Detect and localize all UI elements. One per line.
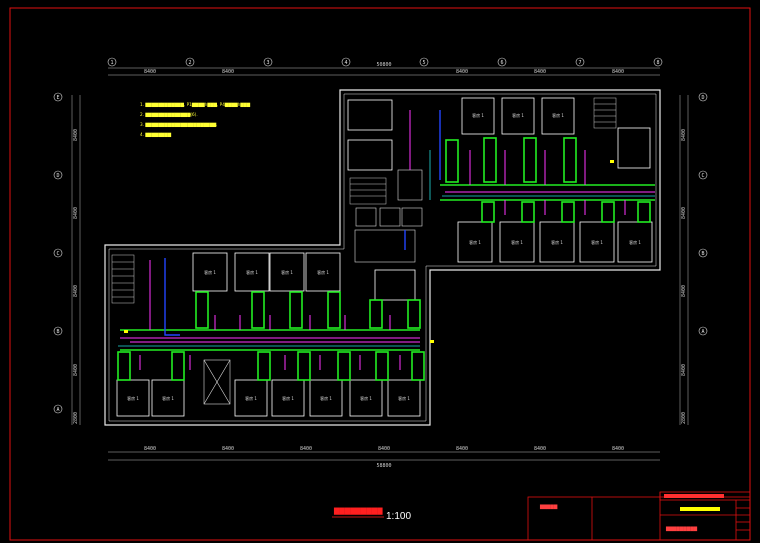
- axis-left-E: E: [56, 95, 59, 101]
- top-dim-1: 8400: [144, 69, 156, 75]
- left-dim-5: 2800: [73, 412, 79, 424]
- axis-top-3: 3: [266, 60, 269, 66]
- title-block-fill: [664, 494, 724, 498]
- axis-top-7: 7: [578, 60, 581, 66]
- room-label: 客房 1: [472, 112, 484, 118]
- room-label: 客房 1: [282, 395, 294, 401]
- left-dim-1: 8400: [73, 129, 79, 141]
- room-label: 客房 1: [320, 395, 332, 401]
- bottom-dim-7: 8400: [612, 446, 624, 452]
- room-label: 客房 1: [281, 269, 293, 275]
- room-label: 客房 1: [398, 395, 410, 401]
- magenta-pipes: [120, 110, 655, 370]
- room-label: 客房 1: [246, 269, 258, 275]
- bottom-dim-6: 8400: [534, 446, 546, 452]
- axis-top-8: 8: [656, 60, 659, 66]
- axis-top-6: 6: [500, 60, 503, 66]
- room-label: 客房 1: [162, 395, 174, 401]
- note-line-4: 4. ▇▇▇▇▇▇▇▇: [140, 132, 172, 138]
- room-label: 客房 1: [127, 395, 139, 401]
- axis-right-D: D: [701, 95, 704, 101]
- left-dim-4: 8400: [73, 364, 79, 376]
- bottom-dim-1: 8400: [144, 446, 156, 452]
- title-block-designer: ▇▇▇▇▇: [539, 504, 558, 510]
- yellow-markers: [124, 160, 614, 343]
- room-label: 客房 1: [551, 239, 563, 245]
- left-dim-3: 8400: [73, 285, 79, 297]
- note-line-1: 1. ▇▇▇▇▇▇▇▇▇▇▇▇, P1▇▇▇▇h▇▇▇, P4▇▇▇▇h▇▇▇: [140, 102, 251, 108]
- axis-right-B: B: [701, 251, 704, 257]
- note-line-2: 2. ▇▇▇▇▇▇▇▇▇▇▇▇▇▇(6).: [140, 112, 198, 118]
- title-block-drawing-name: ▇▇▇▇▇▇▇▇▇: [665, 526, 698, 532]
- axis-left-A: A: [56, 407, 59, 413]
- axis-top-1: 1: [110, 60, 113, 66]
- bottom-dim-3: 8400: [300, 446, 312, 452]
- bottom-dim-4: 8400: [378, 446, 390, 452]
- right-dim-3: 8400: [681, 285, 687, 297]
- drawing-title: ▇▇▇▇▇▇▇▇▇: [333, 507, 383, 515]
- room-label: 客房 1: [204, 269, 216, 275]
- axis-left-C: C: [56, 251, 59, 257]
- room-label: 客房 1: [317, 269, 329, 275]
- room-label: 客房 1: [591, 239, 603, 245]
- elevators: [203, 207, 423, 405]
- top-dim-5: 8400: [456, 69, 468, 75]
- left-dim-2: 8400: [73, 207, 79, 219]
- room-label: 客房 1: [360, 395, 372, 401]
- right-dim-1: 8400: [681, 129, 687, 141]
- axis-right-C: C: [701, 173, 704, 179]
- rooms-upper-top-row: [347, 97, 651, 171]
- bottom-dim-total: 58800: [376, 463, 391, 469]
- rooms-lower-top-row: [192, 252, 416, 301]
- room-label: 客房 1: [552, 112, 564, 118]
- bottom-dimension-lines: [108, 451, 660, 461]
- top-dim-total: 50800: [376, 62, 391, 68]
- drawing-scale: 1:100: [386, 511, 411, 522]
- axis-left-D: D: [56, 173, 59, 179]
- green-ducts: [117, 137, 655, 381]
- room-label: 客房 1: [629, 239, 641, 245]
- top-dim-7: 8400: [612, 69, 624, 75]
- title-block: [527, 491, 751, 541]
- room-label: 客房 1: [512, 112, 524, 118]
- bottom-dim-2: 8400: [222, 446, 234, 452]
- right-axis-bubbles: [698, 92, 708, 336]
- right-dim-4: 8400: [681, 364, 687, 376]
- title-block-highlight: [680, 507, 720, 511]
- axis-right-A: A: [701, 329, 704, 335]
- axis-top-4: 4: [344, 60, 347, 66]
- top-dimension-lines: [108, 67, 660, 76]
- axis-top-5: 5: [422, 60, 425, 66]
- floor-plan-drawing: 8400 8400 8400 8400 8400 50800 8400 8400…: [9, 7, 751, 541]
- room-label: 客房 1: [511, 239, 523, 245]
- room-label: 客房 1: [469, 239, 481, 245]
- right-dim-5: 2800: [681, 412, 687, 424]
- axis-left-B: B: [56, 329, 59, 335]
- room-label: 客房 1: [245, 395, 257, 401]
- top-dim-2: 8400: [222, 69, 234, 75]
- note-line-3: 3. ▇▇▇▇▇▇▇▇▇▇▇▇▇▇▇▇▇▇▇▇▇▇.: [140, 122, 218, 128]
- cyan-pipes: [118, 150, 655, 347]
- axis-top-2: 2: [188, 60, 191, 66]
- bottom-dim-5: 8400: [456, 446, 468, 452]
- top-dim-6: 8400: [534, 69, 546, 75]
- right-dim-2: 8400: [681, 207, 687, 219]
